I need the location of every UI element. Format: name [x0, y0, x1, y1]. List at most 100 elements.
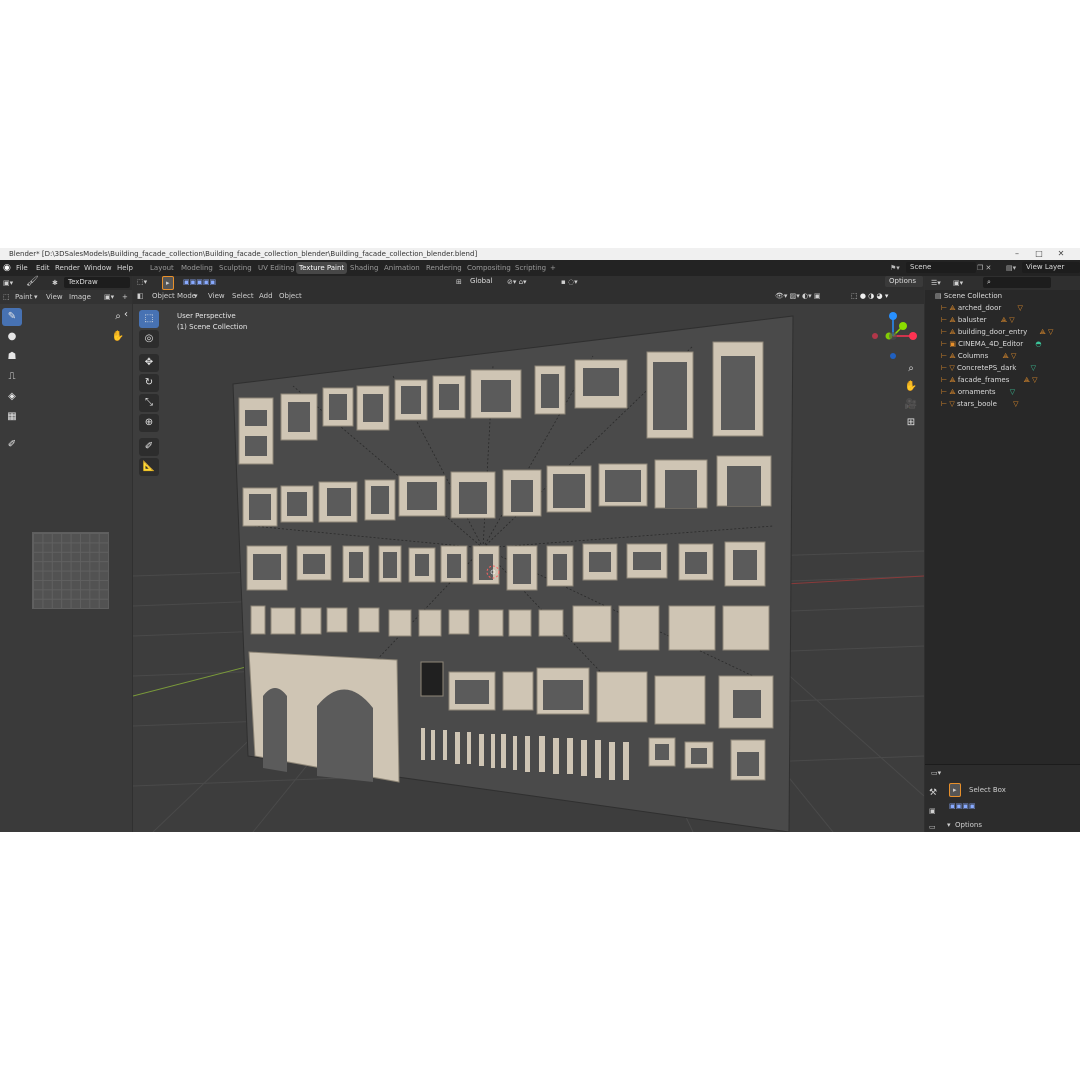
hand-pan-icon[interactable]: ✋	[901, 378, 921, 396]
camera-icon[interactable]: 🎥	[901, 396, 921, 414]
tab-layout[interactable]: Layout	[147, 262, 177, 274]
transform-orientation-dropdown[interactable]: Global	[466, 276, 506, 287]
paint-mode-dropdown[interactable]: Paint	[15, 291, 32, 303]
close-button[interactable]: ✕	[1052, 248, 1070, 260]
image-browse-icon[interactable]: ▣▾	[104, 291, 114, 303]
options-dropdown[interactable]: Options	[885, 276, 923, 287]
3d-viewport[interactable]: ⬚▾ ▸ ▣▣▣▣▣ ⊞ Global ⊘▾ ⌂▾ ▪ ◌▾ Options ◧…	[133, 276, 924, 832]
viewport-object-menu[interactable]: Object	[279, 290, 302, 302]
mask-icon[interactable]: ▦	[2, 408, 22, 426]
navigation-gizmo[interactable]	[863, 304, 923, 364]
output-tab-icon[interactable]: ▭	[929, 821, 936, 832]
scale-icon[interactable]: ⤡	[139, 394, 159, 412]
tab-animation[interactable]: Animation	[381, 262, 423, 274]
rotate-icon[interactable]: ↻	[139, 374, 159, 392]
outliner-header: ☰▾ ▣▾ ⌕	[925, 276, 1080, 290]
scene-icon[interactable]: ⚑▾	[890, 260, 900, 276]
select-mode-icons[interactable]: ▣▣▣▣	[949, 800, 975, 812]
list-item[interactable]: ⊢ ⟁ building_door_entry ⟁ ▽	[941, 327, 1080, 338]
select-mode-icons[interactable]: ▣▣▣▣▣	[183, 276, 216, 288]
object-mode-icon: ◧	[137, 292, 144, 300]
pivot-icon[interactable]: ⊘▾ ⌂▾	[507, 276, 527, 288]
menu-render[interactable]: Render	[55, 260, 80, 276]
menu-file[interactable]: File	[16, 260, 28, 276]
properties-editor-icon[interactable]: ▭▾	[931, 767, 941, 779]
view-layer-icon[interactable]: ▤▾	[1006, 260, 1016, 276]
top-menu-bar: ◉ File Edit Render Window Help Layout Mo…	[0, 260, 1080, 276]
sidebar-toggle-icon[interactable]: ‹	[122, 306, 130, 324]
select-tool-icon[interactable]: ▸	[162, 276, 174, 290]
shading-mode-icons[interactable]: ⬚ ● ◑ ◕ ▾	[851, 290, 888, 302]
list-item[interactable]: ⊢ ▣ CINEMA_4D_Editor ◓	[941, 339, 1080, 350]
tab-scripting[interactable]: Scripting	[512, 262, 549, 274]
annotate-icon[interactable]: ✐	[2, 436, 22, 454]
annotate-icon[interactable]: ✐	[139, 438, 159, 456]
list-item[interactable]: ⊢ ⟁ baluster ⟁ ▽	[941, 315, 1080, 326]
blender-logo-icon[interactable]: ◉	[3, 260, 11, 276]
transform-icon[interactable]: ⊕	[139, 414, 159, 432]
texture-canvas-grid[interactable]	[32, 532, 109, 609]
image-image-menu[interactable]: Image	[69, 291, 91, 303]
menu-edit[interactable]: Edit	[36, 260, 50, 276]
hand-pan-icon[interactable]: ✋	[108, 328, 128, 346]
tab-texture-paint[interactable]: Texture Paint	[296, 262, 348, 274]
viewport-select-menu[interactable]: Select	[232, 290, 254, 302]
chevron-down-icon[interactable]: ▾	[947, 819, 951, 831]
move-icon[interactable]: ✥	[139, 354, 159, 372]
fill-icon[interactable]: ◈	[2, 388, 22, 406]
tab-compositing[interactable]: Compositing	[464, 262, 514, 274]
editor-type-icon[interactable]: ▣▾	[3, 277, 13, 289]
viewport-view-menu[interactable]: View	[208, 290, 225, 302]
new-image-icon[interactable]: +	[122, 291, 128, 303]
grid-view-icon[interactable]: ⊞	[901, 414, 921, 432]
object-mode-dropdown[interactable]: Object Mode	[152, 290, 196, 302]
select-box-tool-icon[interactable]: ▸	[949, 783, 961, 797]
list-item[interactable]: ⊢ ⟁ arched_door ▽	[941, 303, 1080, 314]
tab-rendering[interactable]: Rendering	[423, 262, 465, 274]
scene-field[interactable]: Scene	[906, 262, 976, 273]
display-mode-icon[interactable]: ▣▾	[953, 277, 963, 289]
list-item[interactable]: ⊢ ⟁ ornaments ▽	[941, 387, 1080, 398]
list-item[interactable]: ⊢ ⟁ facade_frames ⟁ ▽	[941, 375, 1080, 386]
tool-tab-icon[interactable]: ⚒	[929, 787, 937, 799]
modifier-icon: ⟁ ▽	[1000, 316, 1015, 324]
brush-preset-icon[interactable]: ✱	[52, 277, 58, 289]
add-workspace-button[interactable]: +	[547, 262, 559, 274]
list-item[interactable]: ⊢ ⟁ Columns ⟁ ▽	[941, 351, 1080, 362]
cursor-icon[interactable]: ◎	[139, 330, 159, 348]
clone-icon[interactable]: ⎍	[2, 368, 22, 386]
options-panel-header[interactable]: Options	[955, 819, 982, 831]
editor-type-icon[interactable]: ⬚▾	[137, 276, 147, 288]
viewport-add-menu[interactable]: Add	[259, 290, 273, 302]
zoom-icon[interactable]: ⌕	[901, 360, 921, 378]
snap-icon[interactable]: ▪ ◌▾	[561, 276, 578, 288]
render-tab-icon[interactable]: ▣	[929, 805, 936, 817]
tab-sculpting[interactable]: Sculpting	[216, 262, 255, 274]
menu-help[interactable]: Help	[117, 260, 133, 276]
tab-modeling[interactable]: Modeling	[178, 262, 216, 274]
outliner-search-input[interactable]: ⌕	[983, 277, 1051, 288]
transform-orientation-icon[interactable]: ⊞	[456, 276, 462, 288]
list-item[interactable]: ⊢ ▽ ConcretePS_dark ▽	[941, 363, 1080, 374]
brush-icon[interactable]: 🖌	[26, 276, 39, 288]
soften-icon[interactable]: ●	[2, 328, 22, 346]
view-layer-field[interactable]: View Layer	[1022, 262, 1080, 273]
image-view-menu[interactable]: View	[46, 291, 63, 303]
measure-icon[interactable]: 📐	[139, 458, 159, 476]
tab-shading[interactable]: Shading	[347, 262, 381, 274]
outliner-root[interactable]: ▤ Scene Collection	[935, 291, 1080, 302]
maximize-button[interactable]: □	[1030, 248, 1048, 260]
tab-uv-editing[interactable]: UV Editing	[255, 262, 298, 274]
minimize-button[interactable]: –	[1008, 248, 1026, 260]
outliner-editor-icon[interactable]: ☰▾	[931, 277, 941, 289]
list-item[interactable]: ⊢ ▽ stars_boole ▽	[941, 399, 1080, 410]
select-box-icon[interactable]: ⬚	[139, 310, 159, 328]
collection-label: (1) Scene Collection	[177, 323, 248, 331]
menu-window[interactable]: Window	[84, 260, 112, 276]
brush-name-field[interactable]: TexDraw	[64, 277, 130, 288]
visibility-icons[interactable]: 👁▾ ▨▾ ◐▾ ▣	[775, 290, 820, 302]
paint-mode-icon[interactable]: ⬚	[3, 291, 10, 303]
new-scene-icon[interactable]: ❐ ✕	[977, 260, 991, 276]
smear-icon[interactable]: ☗	[2, 348, 22, 366]
draw-brush-icon[interactable]: ✎	[2, 308, 22, 326]
